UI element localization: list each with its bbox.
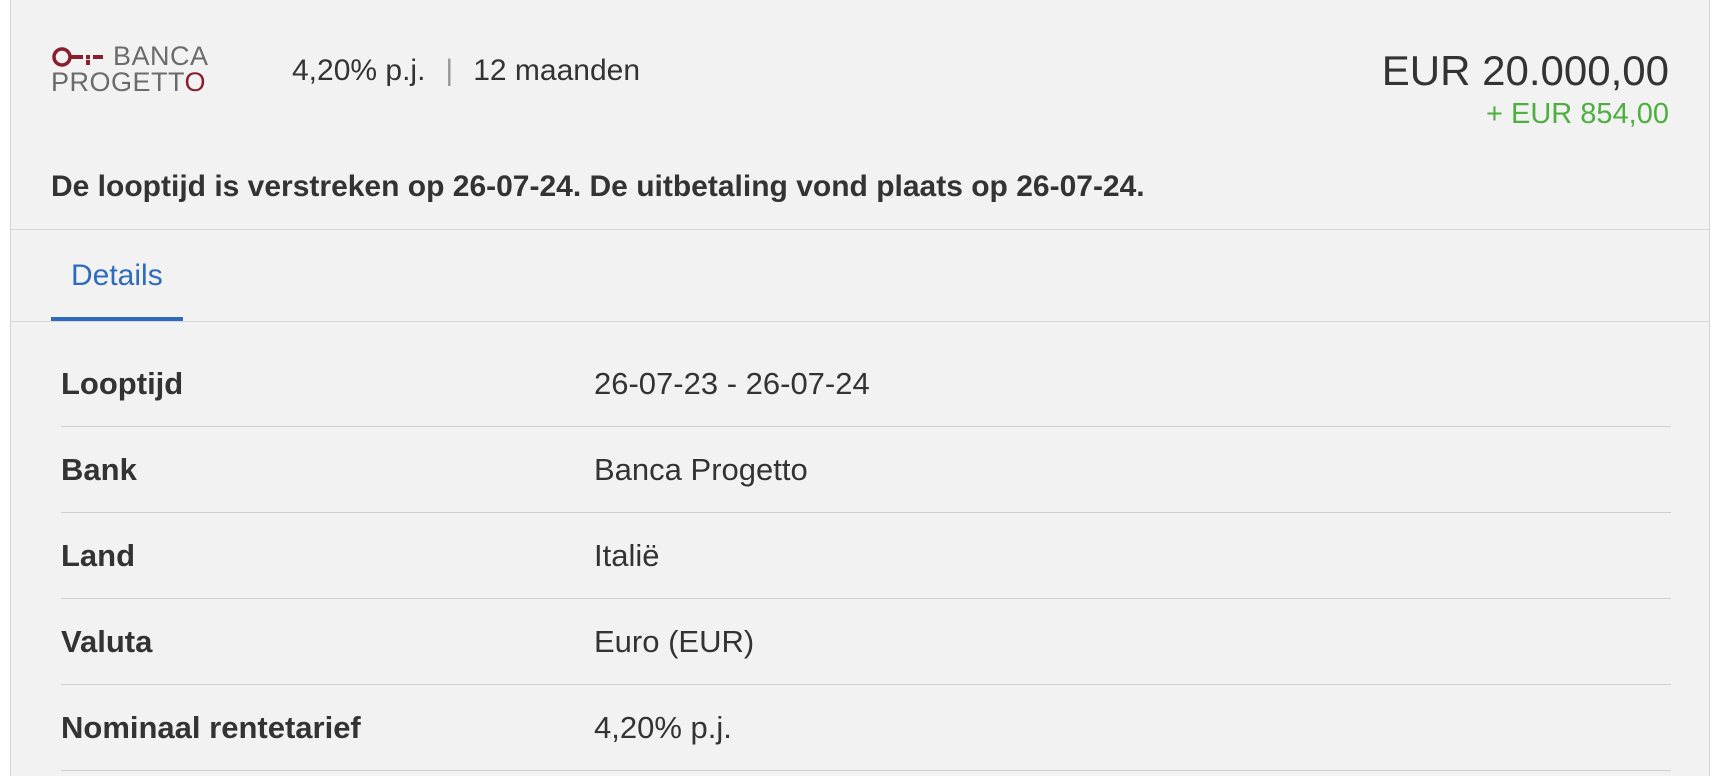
deposit-card: BANCA PROGETTO 4,20% p.j. | 12 maanden EUR… <box>10 0 1710 776</box>
details-value: Banca Progetto <box>594 452 808 487</box>
tab-details[interactable]: Details <box>51 230 183 321</box>
logo-text-progetto-last: O <box>184 67 207 97</box>
details-value: Euro (EUR) <box>594 624 755 659</box>
deposit-amount-block: EUR 20.000,00 + EUR 854,00 <box>1382 46 1669 132</box>
details-value: 4,20% p.j. <box>594 710 732 745</box>
tab-bar: Details <box>11 230 1709 322</box>
deposit-header: BANCA PROGETTO 4,20% p.j. | 12 maanden EUR… <box>11 0 1709 230</box>
details-label: Nominaal rentetarief <box>61 710 361 745</box>
term-length: 12 maanden <box>473 54 641 87</box>
details-label: Valuta <box>61 624 153 659</box>
logo-text-progetto-prefix: PROGETT <box>51 67 185 97</box>
details-table: Looptijd 26-07-23 - 26-07-24 Bank Banca … <box>61 341 1671 771</box>
bank-logo: BANCA PROGETTO <box>51 42 226 98</box>
details-row-rentetarief: Nominaal rentetarief 4,20% p.j. <box>61 685 1671 771</box>
details-row-land: Land Italië <box>61 513 1671 599</box>
deposit-amount: EUR 20.000,00 <box>1381 47 1669 94</box>
details-row-bank: Bank Banca Progetto <box>61 427 1671 513</box>
logo-text-progetto: PROGETTO <box>51 68 206 96</box>
details-label: Land <box>61 538 136 573</box>
interest-rate: 4,20% p.j. <box>292 54 426 87</box>
summary-separator: | <box>445 54 454 87</box>
details-label: Looptijd <box>61 366 184 401</box>
logo-text-banca: BANCA <box>113 41 209 71</box>
details-label: Bank <box>61 452 137 487</box>
details-row-looptijd: Looptijd 26-07-23 - 26-07-24 <box>61 341 1671 427</box>
deposit-summary: 4,20% p.j. | 12 maanden <box>292 52 640 90</box>
interest-earned: + EUR 854,00 <box>1486 98 1669 130</box>
key-logo-icon <box>52 47 103 67</box>
details-row-valuta: Valuta Euro (EUR) <box>61 599 1671 685</box>
details-value: Italië <box>594 538 660 573</box>
maturity-notice: De looptijd is verstreken op 26-07-24. D… <box>51 170 1145 203</box>
details-value: 26-07-23 - 26-07-24 <box>594 366 870 401</box>
